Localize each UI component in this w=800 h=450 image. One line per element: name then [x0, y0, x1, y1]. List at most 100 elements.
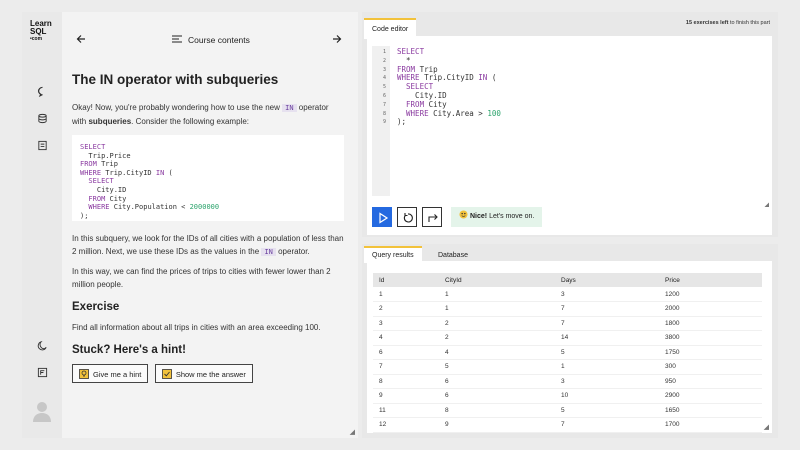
results-panel: Query results Database Id CityId Days Pr…: [362, 244, 778, 438]
example-code-block: SELECT Trip.Price FROM Trip WHERE Trip.Cit…: [72, 135, 344, 221]
table-cell: 3: [373, 316, 439, 331]
sql-code-input[interactable]: SELECT * FROM Trip WHERE Trip.CityID IN ( …: [397, 47, 501, 127]
learnsql-logo[interactable]: Learn SQL •com: [30, 20, 52, 43]
table-cell: 7: [373, 359, 439, 375]
show-answer-button[interactable]: Show me the answer: [154, 364, 253, 383]
code-editor[interactable]: 1 2 3 4 56 7 8 9 SELECT * FROM Trip WHERE Trip.Ci…: [367, 36, 772, 211]
table-cell: 1: [555, 359, 659, 375]
table-cell: 1: [373, 287, 439, 302]
table-cell: 8: [439, 403, 555, 418]
run-button[interactable]: [372, 207, 392, 227]
lesson-content: The IN operator with subqueries Okay! No…: [72, 72, 344, 383]
column-header: Id: [373, 273, 439, 287]
exercise-text: Find all information about all trips in …: [72, 323, 321, 332]
notes-icon[interactable]: [36, 140, 48, 152]
table-cell: 12: [373, 417, 439, 433]
table-cell: 5: [555, 345, 659, 360]
corner-arrow-icon: [428, 214, 438, 222]
table-cell: 1800: [659, 316, 762, 331]
table-cell: 1: [439, 301, 555, 317]
course-nav: Course contents: [62, 30, 358, 50]
resize-handle-icon[interactable]: ◢: [764, 423, 769, 431]
inline-code: IN: [282, 104, 297, 112]
table-cell: 7: [555, 301, 659, 317]
results-table: Id CityId Days Price 1 1 3 1200 2 1 7 2000 3 2 7 18…: [373, 273, 762, 433]
table-cell: 1750: [659, 345, 762, 360]
table-row: 6 4 5 1750: [373, 345, 762, 360]
exercises-left-counter: 15 exercises left to finish this part: [685, 20, 770, 26]
table-row: 9 6 10 2900: [373, 388, 762, 404]
next-button[interactable]: [422, 207, 442, 227]
table-cell: 6: [439, 374, 555, 389]
code-line: SELECT: [397, 47, 425, 56]
lesson-title: The IN operator with subqueries: [72, 72, 279, 87]
table-cell: 2: [439, 316, 555, 331]
table-cell: 1650: [659, 403, 762, 418]
table-row: 3 2 7 1800: [373, 316, 762, 331]
query-results-area: Id CityId Days Price 1 1 3 1200 2 1 7 2000 3 2 7 18…: [367, 261, 772, 433]
table-cell: 2: [373, 301, 439, 317]
reset-button[interactable]: [397, 207, 417, 227]
column-header: Days: [555, 273, 659, 287]
code-line: City.ID: [80, 185, 127, 194]
dark-mode-icon[interactable]: [36, 340, 48, 352]
table-cell: 3800: [659, 330, 762, 346]
table-cell: 1700: [659, 417, 762, 433]
play-icon: [379, 212, 389, 224]
code-line: WHERE City.Area > 100: [397, 108, 501, 118]
line-number: 1: [382, 49, 386, 55]
code-line: WHERE Trip.CityID IN (: [80, 168, 173, 177]
user-avatar-icon[interactable]: [33, 400, 51, 422]
hint-heading: Stuck? Here's a hint!: [72, 344, 186, 356]
table-cell: 5: [555, 403, 659, 418]
table-row: 7 5 1 300: [373, 359, 762, 375]
line-number: 4: [382, 75, 386, 82]
code-line: );: [397, 117, 407, 127]
check-icon: [161, 369, 172, 379]
left-rail: Learn SQL •com: [22, 12, 62, 438]
line-number: 9: [382, 119, 386, 126]
course-contents-link[interactable]: Course contents: [172, 35, 250, 45]
table-row: 1 1 3 1200: [373, 287, 762, 302]
table-cell: 6: [373, 345, 439, 360]
editor-panel: Code editor 15 exercises left to finish …: [362, 12, 778, 237]
editor-controls: Nice! Let's move on.: [367, 207, 772, 235]
summary-paragraph: In this way, we can find the prices of t…: [72, 267, 331, 289]
table-cell: 4: [373, 330, 439, 346]
table-cell: 4: [439, 345, 555, 360]
line-number: 7: [382, 101, 386, 108]
give-hint-button[interactable]: Give me a hint: [72, 364, 149, 383]
inline-code: IN: [261, 248, 276, 256]
success-message: Nice! Let's move on.: [451, 207, 543, 227]
intro-paragraph: Okay! Now, you're probably wondering how…: [72, 103, 329, 126]
table-cell: 9: [439, 417, 555, 433]
resize-handle-icon[interactable]: ◢: [350, 428, 355, 436]
chat-icon[interactable]: [36, 86, 48, 98]
table-cell: 1: [439, 287, 555, 302]
arrow-right-icon[interactable]: [332, 33, 342, 47]
menu-icon: [172, 35, 182, 43]
table-cell: 3: [555, 287, 659, 302]
exercise-heading: Exercise: [72, 301, 120, 313]
font-size-icon[interactable]: [36, 367, 48, 379]
hint-buttons: Give me a hint Show me the answer: [72, 364, 344, 383]
code-line: Trip.Price: [80, 151, 131, 160]
column-header: CityId: [439, 273, 555, 287]
table-row: 11 8 5 1650: [373, 403, 762, 418]
database-icon[interactable]: [36, 113, 48, 125]
line-number: 3: [382, 66, 386, 73]
line-number: 6: [382, 92, 386, 99]
arrow-left-icon[interactable]: [76, 33, 86, 47]
line-number: 8: [382, 110, 386, 117]
table-cell: 7: [555, 316, 659, 331]
table-cell: 2900: [659, 388, 762, 404]
lightbulb-icon: [79, 369, 89, 379]
table-cell: 2: [439, 330, 555, 346]
table-row: 8 6 3 950: [373, 374, 762, 389]
line-number-gutter: 1 2 3 4 56 7 8 9: [372, 46, 390, 196]
table-header-row: Id CityId Days Price: [373, 273, 762, 287]
table-cell: 2000: [659, 301, 762, 317]
code-line: );: [80, 211, 89, 220]
table-cell: 8: [373, 374, 439, 389]
table-cell: 9: [373, 388, 439, 404]
